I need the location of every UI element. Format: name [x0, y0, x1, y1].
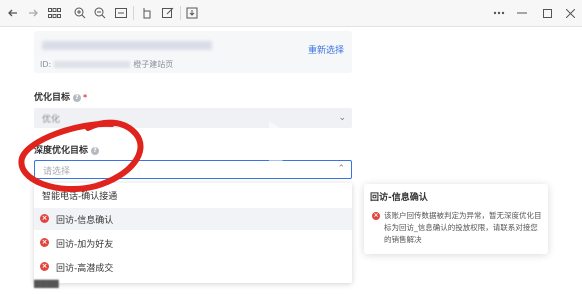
- optimize-target-select[interactable]: 优化 ⌄: [34, 108, 352, 128]
- landing-page-card: ID: 橙子建站页 重新选择: [34, 31, 352, 73]
- deep-target-label: 深度优化目标?: [34, 143, 100, 156]
- rotate-icon[interactable]: [140, 5, 154, 21]
- id-label: ID:: [40, 60, 52, 69]
- deep-target-placeholder: 请选择: [43, 167, 71, 177]
- zoom-in-icon[interactable]: [73, 5, 87, 21]
- page-name-redacted: [42, 41, 212, 50]
- dropdown-option[interactable]: 智能电话-确认接通: [34, 184, 352, 206]
- page-id-row: ID: 橙子建站页: [40, 59, 173, 70]
- page-content: ID: 橙子建站页 重新选择 优化目标? * 优化 ⌄ 深度优化目标? 请选择 ⌃ …: [0, 27, 582, 294]
- minimize-icon[interactable]: [515, 5, 529, 21]
- apps-grid-icon[interactable]: [46, 5, 62, 21]
- optimize-target-value: 优化: [42, 115, 61, 125]
- close-icon[interactable]: [563, 5, 577, 21]
- required-mark: *: [83, 93, 88, 102]
- optimize-target-label: 优化目标? *: [34, 93, 88, 103]
- page-type: 橙子建站页: [133, 60, 174, 69]
- zoom-out-icon[interactable]: [93, 5, 107, 21]
- error-icon: ×: [40, 238, 49, 247]
- error-icon: ×: [372, 212, 380, 220]
- tooltip-title: 回访-信息确认: [370, 193, 428, 203]
- deep-target-select[interactable]: 请选择 ⌃: [34, 160, 352, 179]
- deep-target-dropdown: 智能电话-确认接通 × 回访-信息确认 × 回访-加为好友 × 回访-高潜成交: [34, 183, 352, 283]
- tooltip-body: 该账户回传数据被判定为异常，暂无深度优化目标为回访_信息确认的投放权限，请联系对…: [384, 211, 542, 244]
- help-icon[interactable]: ?: [91, 146, 100, 155]
- reselect-link[interactable]: 重新选择: [308, 43, 344, 56]
- maximize-icon[interactable]: [540, 5, 554, 21]
- blurred-footer-text: ▇▇▇▇: [34, 279, 59, 288]
- dropdown-option[interactable]: × 回访-信息确认: [34, 208, 352, 230]
- fit-page-icon[interactable]: [114, 5, 128, 21]
- help-icon[interactable]: ?: [73, 93, 82, 102]
- forward-icon[interactable]: [26, 5, 40, 21]
- error-icon: ×: [40, 262, 49, 271]
- dropdown-option[interactable]: × 回访-高潜成交: [34, 256, 352, 278]
- more-icon[interactable]: [492, 5, 506, 21]
- dropdown-option[interactable]: × 回访-加为好友: [34, 232, 352, 254]
- option-tooltip: 回访-信息确认 × 该账户回传数据被判定为异常，暂无深度优化目标为回访_信息确认…: [364, 184, 548, 254]
- viewer-toolbar: [0, 0, 582, 27]
- save-icon[interactable]: [185, 5, 199, 21]
- back-icon[interactable]: [6, 5, 20, 21]
- chevron-up-icon: ⌃: [337, 164, 345, 174]
- edit-icon[interactable]: [161, 5, 175, 21]
- chevron-down-icon: ⌄: [338, 113, 346, 123]
- error-icon: ×: [40, 214, 49, 223]
